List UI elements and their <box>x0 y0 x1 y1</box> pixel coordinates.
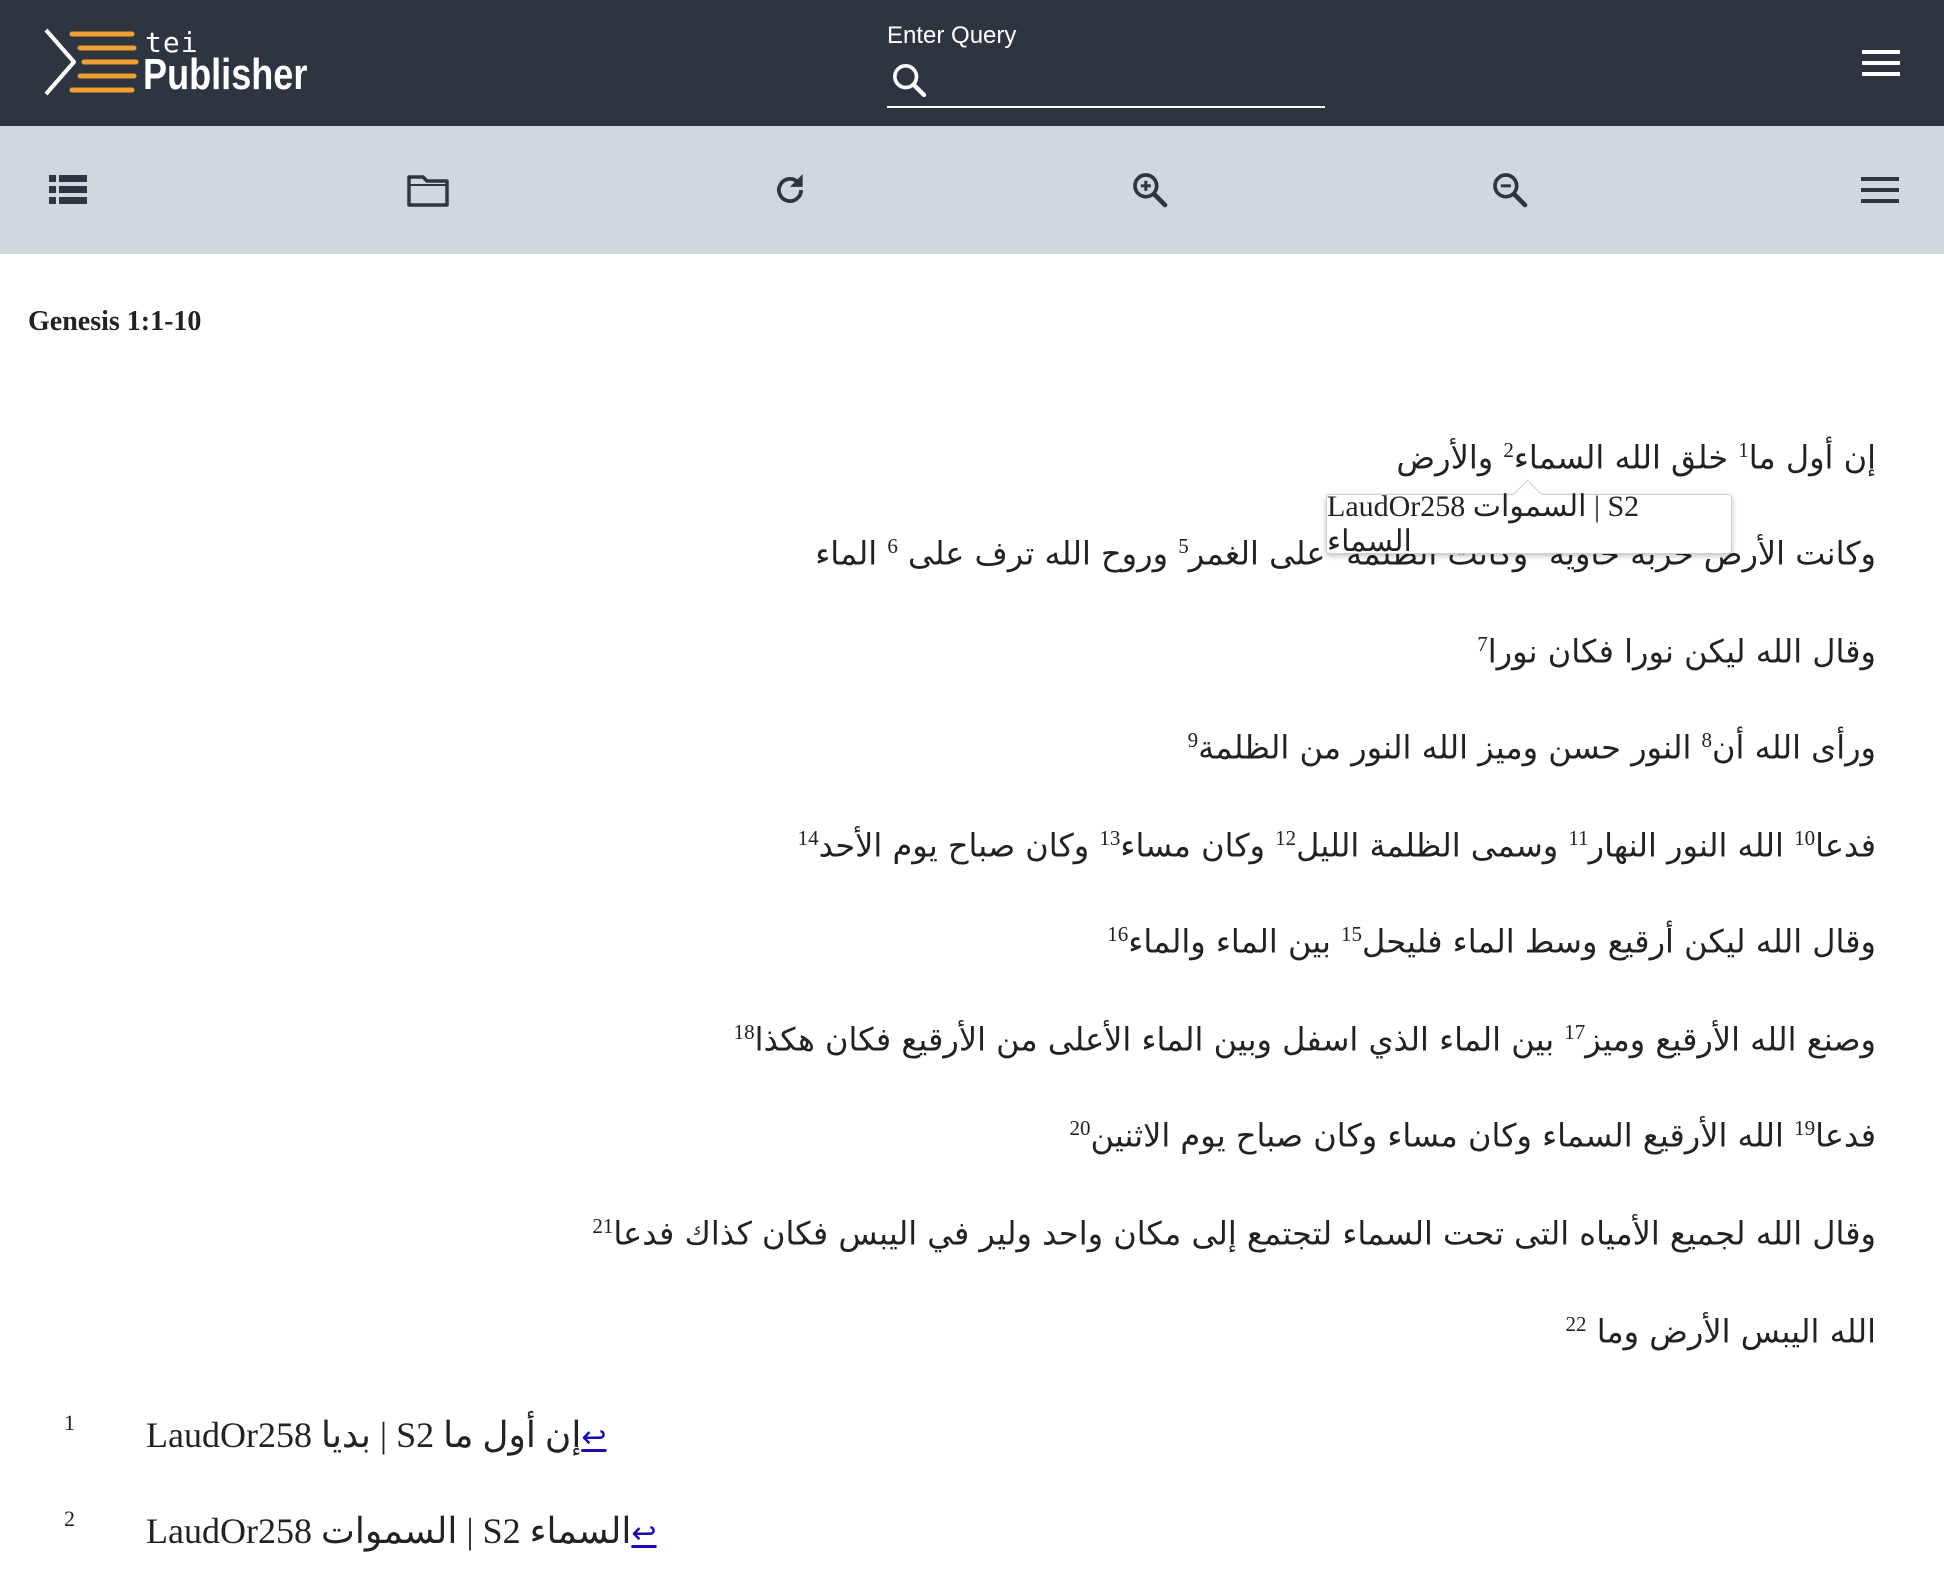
footnote-backlink[interactable]: ↩ <box>631 1516 656 1551</box>
footnote-marker[interactable]: 18 <box>734 1020 755 1044</box>
footnote-marker[interactable]: 21 <box>592 1214 613 1238</box>
footnote-content: LaudOr258 بديا | S2 إن أول ما <box>146 1415 582 1455</box>
footnote-marker[interactable]: 5 <box>1178 534 1189 558</box>
toc-list-icon[interactable] <box>44 166 92 214</box>
logo-mark-icon <box>44 28 139 96</box>
document-toolbar <box>0 126 1944 254</box>
app-header: tei Publisher Enter Query <box>0 0 1944 126</box>
verse-line: ورأى الله أن8 النور حسن وميز الله النور … <box>1188 728 1876 767</box>
footnote-marker[interactable]: 17 <box>1564 1020 1585 1044</box>
menu-icon[interactable] <box>1862 48 1900 83</box>
footnote-content: LaudOr258 السموات | S2 السماء <box>146 1511 632 1551</box>
footnote-marker[interactable]: 11 <box>1568 826 1588 850</box>
verse-text: وقال الله لجميع الأمياه التى تحت السماء … <box>613 1214 1876 1253</box>
logo-text-big: Publisher <box>143 50 308 99</box>
search-label: Enter Query <box>887 22 1017 49</box>
footnote-marker[interactable]: 20 <box>1070 1116 1091 1140</box>
verse-text: وسمى الظلمة الليل <box>1296 826 1569 865</box>
footnote-marker[interactable]: 6 <box>887 534 898 558</box>
reload-icon[interactable] <box>766 166 814 214</box>
zoom-out-icon[interactable] <box>1486 166 1534 214</box>
verse-line: وصنع الله الأرقيع وميز17 بين الماء الذي … <box>734 1020 1876 1059</box>
verse-text: على الغمر <box>1188 534 1336 573</box>
footnote-backlink[interactable]: ↩ <box>581 1420 606 1455</box>
tei-publisher-logo[interactable]: tei Publisher <box>40 26 307 99</box>
verse-line: وقال الله ليكن أرقيع وسط الماء فليحل15 ب… <box>1107 922 1876 961</box>
footnote-marker[interactable]: 2 <box>1503 438 1514 462</box>
verse-text: وصنع الله الأرقيع وميز <box>1585 1020 1876 1059</box>
footnote-marker[interactable]: 14 <box>798 826 819 850</box>
zoom-in-icon[interactable] <box>1126 166 1174 214</box>
verse-line: فدعا10 الله النور النهار11 وسمى الظلمة ا… <box>798 826 1876 865</box>
verse-text: بين الماء والماء <box>1128 922 1342 961</box>
footnote-marker[interactable]: 9 <box>1188 728 1199 752</box>
verse-text: وكان مساء <box>1120 826 1276 865</box>
footnote-marker[interactable]: 13 <box>1099 826 1120 850</box>
verse-text: الله الأرقيع السماء وكان مساء وكان صباح … <box>1090 1116 1795 1155</box>
verse-text: بين الماء الذي اسفل وبين الماء الأعلى من… <box>754 1020 1565 1059</box>
verse-text: الماء <box>815 534 888 573</box>
document-title: Genesis 1:1-10 <box>28 306 202 337</box>
verse-text: فدعا <box>1815 1116 1876 1155</box>
footnote-marker[interactable]: 12 <box>1275 826 1296 850</box>
footnote-text: LaudOr258 بديا | S2 إن أول ما↩ <box>146 1414 606 1456</box>
menu-icon[interactable] <box>1856 166 1904 214</box>
footnote-marker[interactable]: 7 <box>1477 632 1488 656</box>
variant-tooltip: LaudOr258 السموات | S2 السماء <box>1326 479 1732 558</box>
footnote-number: 2 <box>64 1506 75 1531</box>
verse-line: وقال الله لجميع الأمياه التى تحت السماء … <box>592 1214 1876 1253</box>
footnote-text: LaudOr258 السموات | S2 السماء↩ <box>146 1510 657 1552</box>
search-box: Enter Query <box>887 22 1325 110</box>
verse-text: النور حسن وميز الله النور من الظلمة <box>1198 728 1702 767</box>
footnote-marker[interactable]: 1 <box>1738 438 1749 462</box>
footnote-marker[interactable]: 22 <box>1566 1312 1587 1336</box>
verse-line: الله اليبس الأرض وما 22 <box>1566 1312 1876 1351</box>
footnote-marker[interactable]: 19 <box>1794 1116 1815 1140</box>
verse-line: وقال الله ليكن نورا فكان نورا7 <box>1477 632 1876 671</box>
footnote-marker[interactable]: 10 <box>1794 826 1815 850</box>
footnote-marker[interactable]: 8 <box>1702 728 1713 752</box>
verse-text: الله النور النهار <box>1588 826 1795 865</box>
search-input[interactable] <box>939 62 1323 100</box>
verse-text: وقال الله ليكن نورا فكان نورا <box>1487 632 1876 671</box>
folder-icon[interactable] <box>404 166 452 214</box>
verse-text: وروح الله ترف على <box>897 534 1179 573</box>
verse-text: والأرض <box>1396 438 1504 477</box>
verse-line: فدعا19 الله الأرقيع السماء وكان مساء وكا… <box>1070 1116 1877 1155</box>
verse-line: إن أول ما1 خلق الله السماء2 والأرض <box>1396 438 1876 477</box>
search-icon[interactable] <box>889 60 929 105</box>
footnote-marker[interactable]: 16 <box>1107 922 1128 946</box>
footnote-number: 1 <box>64 1410 75 1435</box>
footnote-marker[interactable]: 15 <box>1341 922 1362 946</box>
verse-text: إن أول ما <box>1748 438 1876 477</box>
verse-text: ورأى الله أن <box>1712 728 1876 767</box>
verse-text: وكان صباح يوم الأحد <box>818 826 1100 865</box>
verse-text: خلق الله السماء <box>1513 438 1739 477</box>
verse-text: فدعا <box>1815 826 1876 865</box>
verse-text: الله اليبس الأرض وما <box>1586 1312 1876 1351</box>
search-underline <box>887 106 1325 108</box>
verse-text: وقال الله ليكن أرقيع وسط الماء فليحل <box>1362 922 1876 961</box>
